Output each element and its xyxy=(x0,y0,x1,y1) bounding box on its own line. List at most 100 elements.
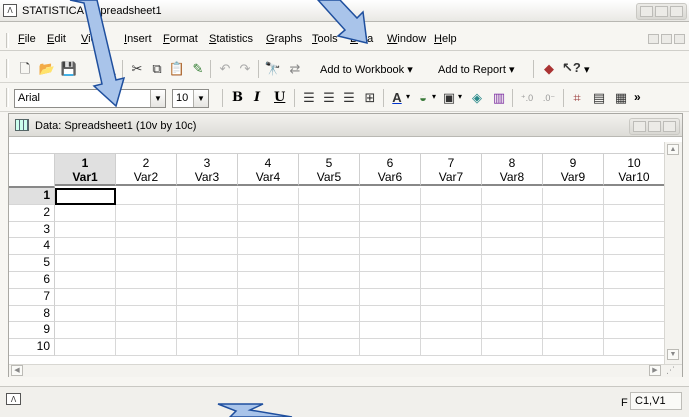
row-header-4[interactable]: 4 xyxy=(9,238,55,256)
doc-minimize-icon[interactable] xyxy=(648,34,659,44)
grid-cell[interactable] xyxy=(238,288,299,306)
chevron-down-icon[interactable]: ▾ xyxy=(458,92,462,101)
font-color-icon[interactable]: A xyxy=(388,89,406,107)
underline-button[interactable]: U xyxy=(274,90,285,105)
context-help-icon[interactable]: ↖? xyxy=(562,59,581,77)
toolbar-grip[interactable] xyxy=(6,59,9,78)
add-to-workbook-button[interactable]: Add to Workbook ▾ xyxy=(320,63,413,76)
grid-cell[interactable] xyxy=(55,339,116,356)
menu-window[interactable]: Window xyxy=(387,33,426,45)
grid-cell[interactable] xyxy=(177,204,238,222)
grid-cell[interactable] xyxy=(604,205,664,222)
menu-file[interactable]: File xyxy=(18,33,36,45)
grid-cell[interactable] xyxy=(543,305,604,323)
grid-cell[interactable] xyxy=(604,188,664,205)
grid-cell[interactable] xyxy=(543,272,604,289)
chevron-down-icon[interactable]: ▾ xyxy=(584,63,590,76)
grid-cell[interactable] xyxy=(55,238,116,256)
grid-cell[interactable] xyxy=(482,238,543,256)
cut-icon[interactable]: ✂ xyxy=(128,60,146,78)
toolbar-grip[interactable] xyxy=(6,88,9,107)
paste-icon[interactable]: 📋 xyxy=(168,60,186,78)
column-header-var7[interactable]: 7 Var7 xyxy=(421,154,482,186)
merge-cells-icon[interactable]: ⊞ xyxy=(361,89,379,107)
grid-cell[interactable] xyxy=(238,188,299,205)
grid-cell[interactable] xyxy=(543,255,604,272)
borders-icon[interactable]: ▣ xyxy=(440,89,458,107)
grid-cell[interactable] xyxy=(482,339,543,356)
grid-cell[interactable] xyxy=(116,305,177,323)
grid-cell[interactable] xyxy=(604,222,664,239)
grid-cell[interactable] xyxy=(482,221,543,239)
barcode-icon[interactable]: ▥ xyxy=(490,89,508,107)
vertical-scrollbar[interactable]: ▲ ▼ xyxy=(664,142,682,364)
maximize-icon[interactable] xyxy=(648,121,661,132)
grid-cell[interactable] xyxy=(55,322,116,340)
grid-cell[interactable] xyxy=(482,272,543,289)
row-header-9[interactable]: 9 xyxy=(9,322,55,340)
scroll-left-icon[interactable]: ◀ xyxy=(11,365,23,376)
grid-cell[interactable] xyxy=(299,238,360,256)
chevron-down-icon[interactable]: ▼ xyxy=(150,90,165,107)
grid-cell[interactable] xyxy=(177,188,238,205)
grid-cell[interactable] xyxy=(116,204,177,222)
grid-cell[interactable] xyxy=(421,339,482,356)
new-file-icon[interactable]: 🗋 xyxy=(16,60,34,78)
grid-cell[interactable] xyxy=(604,339,664,356)
print-preview-icon[interactable]: 🔍 xyxy=(100,60,118,78)
column-header-var5[interactable]: 5 Var5 xyxy=(299,154,360,186)
column-header-var9[interactable]: 9 Var9 xyxy=(543,154,604,186)
macro-icon[interactable]: ◆ xyxy=(540,60,558,78)
grid-cell[interactable] xyxy=(482,188,543,205)
grid-cell[interactable] xyxy=(238,339,299,356)
grid-cell[interactable] xyxy=(482,255,543,272)
grid-cell[interactable] xyxy=(177,322,238,340)
grid-cell[interactable] xyxy=(238,322,299,340)
row-header-2[interactable]: 2 xyxy=(9,204,55,222)
column-header-var4[interactable]: 4 Var4 xyxy=(238,154,299,186)
variables-icon[interactable]: ⌗ xyxy=(568,89,586,107)
bold-button[interactable]: B xyxy=(232,90,243,105)
decrease-decimal-icon[interactable]: .0⁻ xyxy=(540,89,558,107)
grid-cell[interactable] xyxy=(360,305,421,323)
copy-icon[interactable]: ⧉ xyxy=(148,60,166,78)
grid-cell[interactable] xyxy=(238,238,299,256)
grid-cell[interactable] xyxy=(604,322,664,340)
grid-cell[interactable] xyxy=(482,204,543,222)
open-folder-icon[interactable]: 📂 xyxy=(38,60,56,78)
grid-cell[interactable] xyxy=(421,272,482,289)
row-header-1[interactable]: 1 xyxy=(9,188,55,205)
column-header-var8[interactable]: 8 Var8 xyxy=(482,154,543,186)
horizontal-scrollbar[interactable]: ◀ ▶ ⋰ xyxy=(9,364,682,377)
align-right-icon[interactable]: ☰ xyxy=(340,89,358,107)
font-name-combo[interactable]: Arial ▼ xyxy=(14,89,166,108)
save-icon[interactable]: 💾 xyxy=(60,60,78,78)
grid-cell[interactable] xyxy=(543,288,604,306)
menu-format[interactable]: Format xyxy=(163,33,198,45)
grid-cell[interactable] xyxy=(604,306,664,323)
grid-cell[interactable] xyxy=(604,255,664,272)
grid-cell[interactable] xyxy=(299,305,360,323)
grid-cell[interactable] xyxy=(177,339,238,356)
grid-cell[interactable] xyxy=(116,288,177,306)
minimize-icon[interactable] xyxy=(633,121,646,132)
row-header-3[interactable]: 3 xyxy=(9,221,55,239)
row-header-6[interactable]: 6 xyxy=(9,272,55,289)
grid-corner[interactable] xyxy=(9,154,55,188)
minimize-icon[interactable] xyxy=(640,6,653,17)
grid-cell[interactable] xyxy=(116,221,177,239)
grid-cell[interactable] xyxy=(299,272,360,289)
grid-cell[interactable] xyxy=(360,204,421,222)
grid-cell[interactable] xyxy=(299,255,360,272)
chevron-down-icon[interactable]: ▼ xyxy=(193,90,208,107)
grid-cell[interactable] xyxy=(299,288,360,306)
spreadsheet-edit-icon[interactable]: ▤ xyxy=(590,89,608,107)
grid-cell[interactable] xyxy=(116,322,177,340)
row-header-10[interactable]: 10 xyxy=(9,339,55,356)
spreadsheet-grid[interactable]: 1 Var1 2 Var2 3 Var3 4 Var4 5 Var5 6 Var6 7 Var7 8 Var8… xyxy=(9,142,664,364)
grid-cell[interactable] xyxy=(55,204,116,222)
grid-cell[interactable] xyxy=(543,238,604,256)
doc-close-icon[interactable] xyxy=(674,34,685,44)
menu-view[interactable]: View xyxy=(81,33,105,45)
row-header-5[interactable]: 5 xyxy=(9,255,55,272)
